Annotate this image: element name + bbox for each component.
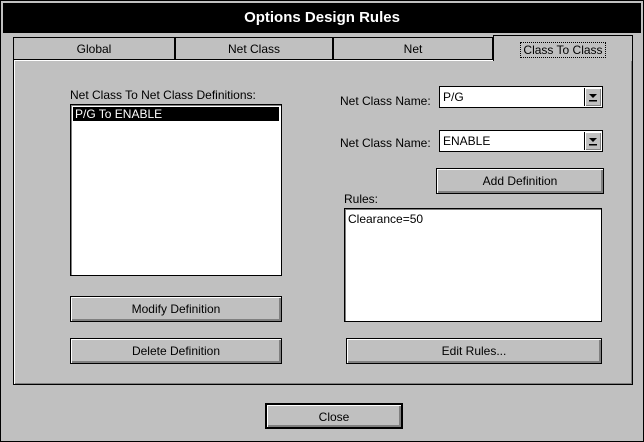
tab-net-class-label: Net Class <box>227 42 280 56</box>
add-definition-button[interactable]: Add Definition <box>436 168 604 194</box>
net-class-name-select-1[interactable]: P/G <box>439 86 603 108</box>
tab-net-class[interactable]: Net Class <box>175 37 333 59</box>
tab-global[interactable]: Global <box>13 37 175 59</box>
tab-net[interactable]: Net <box>333 37 493 59</box>
definitions-label: Net Class To Net Class Definitions: <box>70 88 256 102</box>
dialog-title: Options Design Rules <box>3 3 641 33</box>
rules-label: Rules: <box>344 192 379 206</box>
net-class-name-label-1: Net Class Name: <box>340 94 431 108</box>
tab-class-to-class-label: Class To Class <box>520 42 606 58</box>
tab-class-to-class[interactable]: Class To Class <box>493 35 633 61</box>
delete-definition-button[interactable]: Delete Definition <box>70 338 282 364</box>
dropdown-button-1[interactable] <box>584 88 601 106</box>
net-class-name-value-2: ENABLE <box>443 134 491 148</box>
net-class-name-value-1: P/G <box>443 90 464 104</box>
rules-content: Clearance=50 <box>348 212 424 226</box>
net-class-name-select-2[interactable]: ENABLE <box>439 130 603 152</box>
rules-textbox[interactable]: Clearance=50 <box>344 208 602 322</box>
close-button[interactable]: Close <box>265 403 403 429</box>
chevron-down-icon <box>589 138 597 146</box>
chevron-down-icon <box>589 94 597 102</box>
tab-global-label: Global <box>76 42 112 56</box>
net-class-name-label-2: Net Class Name: <box>340 136 431 150</box>
class-to-class-panel: Net Class To Net Class Definitions: P/G … <box>13 59 633 385</box>
definitions-listbox[interactable]: P/G To ENABLE <box>70 104 282 276</box>
dropdown-button-2[interactable] <box>584 132 601 150</box>
definition-list-item[interactable]: P/G To ENABLE <box>73 107 279 121</box>
options-design-rules-dialog: Options Design Rules Global Net Class Ne… <box>0 0 644 442</box>
tab-net-label: Net <box>403 42 423 56</box>
edit-rules-button[interactable]: Edit Rules... <box>346 338 602 364</box>
modify-definition-button[interactable]: Modify Definition <box>70 296 282 322</box>
